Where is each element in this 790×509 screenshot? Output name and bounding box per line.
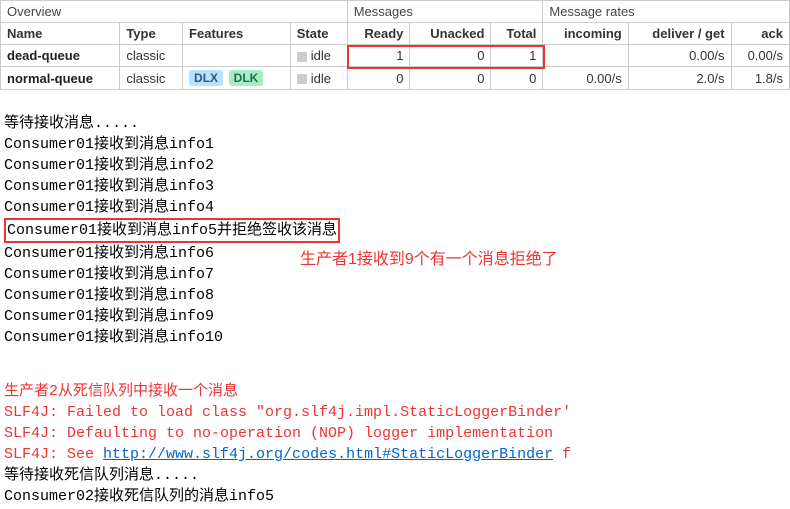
log-line: Consumer02接收死信队列的消息info5 [4, 488, 274, 505]
queue-state: idle [290, 67, 347, 90]
section-rates: Message rates [543, 1, 790, 23]
queue-features: DLX DLK [183, 67, 291, 90]
log-line: Consumer01接收到消息info7 [4, 266, 214, 283]
cell-ack: 0.00/s [731, 45, 789, 67]
col-ready[interactable]: Ready [347, 23, 410, 45]
feature-tag-dlk: DLK [229, 70, 264, 86]
cell-total: 0 [491, 67, 543, 90]
log-line: SLF4J: See http://www.slf4j.org/codes.ht… [4, 446, 571, 463]
log-line: Consumer01接收到消息info8 [4, 287, 214, 304]
col-features[interactable]: Features [183, 23, 291, 45]
feature-tag-dlx: DLX [189, 70, 223, 86]
col-deliver[interactable]: deliver / get [628, 23, 731, 45]
console-output-1: 等待接收消息..... Consumer01接收到消息info1 Consume… [0, 90, 790, 350]
table-row: dead-queue classic idle 1 0 1 0.00/s 0.0… [1, 45, 790, 67]
log-line: 等待接收消息..... [4, 115, 139, 132]
queue-features [183, 45, 291, 67]
cell-ack: 1.8/s [731, 67, 789, 90]
col-name[interactable]: Name [1, 23, 120, 45]
col-type[interactable]: Type [120, 23, 183, 45]
cell-deliver: 2.0/s [628, 67, 731, 90]
cell-unacked: 0 [410, 67, 491, 90]
highlighted-log-line: Consumer01接收到消息info5并拒绝签收该消息 [4, 218, 340, 243]
cell-deliver: 0.00/s [628, 45, 731, 67]
log-line: Consumer01接收到消息info1 [4, 136, 214, 153]
col-unacked[interactable]: Unacked [410, 23, 491, 45]
cell-incoming [543, 45, 628, 67]
slf4j-link[interactable]: http://www.slf4j.org/codes.html#StaticLo… [103, 446, 553, 463]
log-line: SLF4J: Failed to load class "org.slf4j.i… [4, 404, 571, 421]
state-icon [297, 52, 307, 62]
section-messages: Messages [347, 1, 543, 23]
queue-type: classic [120, 45, 183, 67]
log-line: Consumer01接收到消息info2 [4, 157, 214, 174]
queues-table: Overview Messages Message rates Name Typ… [0, 0, 790, 90]
log-line: Consumer01接收到消息info4 [4, 199, 214, 216]
console-output-2: 生产者2从死信队列中接收一个消息 SLF4J: Failed to load c… [0, 358, 790, 509]
log-line: Consumer01接收到消息info9 [4, 308, 214, 325]
section-overview: Overview [1, 1, 348, 23]
col-ack[interactable]: ack [731, 23, 789, 45]
queue-type: classic [120, 67, 183, 90]
col-total[interactable]: Total [491, 23, 543, 45]
cell-unacked: 0 [410, 45, 491, 67]
cell-total: 1 [491, 45, 543, 67]
state-icon [297, 74, 307, 84]
cell-ready: 0 [347, 67, 410, 90]
cell-ready: 1 [347, 45, 410, 67]
queue-name-link[interactable]: dead-queue [7, 48, 80, 63]
log-line: Consumer01接收到消息info3 [4, 178, 214, 195]
log-line: 等待接收死信队列消息..... [4, 467, 199, 484]
log-line: Consumer01接收到消息info6 [4, 245, 214, 262]
col-state[interactable]: State [290, 23, 347, 45]
queue-name-link[interactable]: normal-queue [7, 71, 93, 86]
cell-incoming: 0.00/s [543, 67, 628, 90]
log-line: Consumer01接收到消息info10 [4, 329, 223, 346]
queue-state: idle [290, 45, 347, 67]
col-incoming[interactable]: incoming [543, 23, 628, 45]
annotation-text: 生产者1接收到9个有一个消息拒绝了 [300, 245, 558, 269]
log-line: SLF4J: Defaulting to no-operation (NOP) … [4, 425, 553, 442]
section-heading: 生产者2从死信队列中接收一个消息 [4, 383, 238, 400]
table-row: normal-queue classic DLX DLK idle 0 0 0 … [1, 67, 790, 90]
